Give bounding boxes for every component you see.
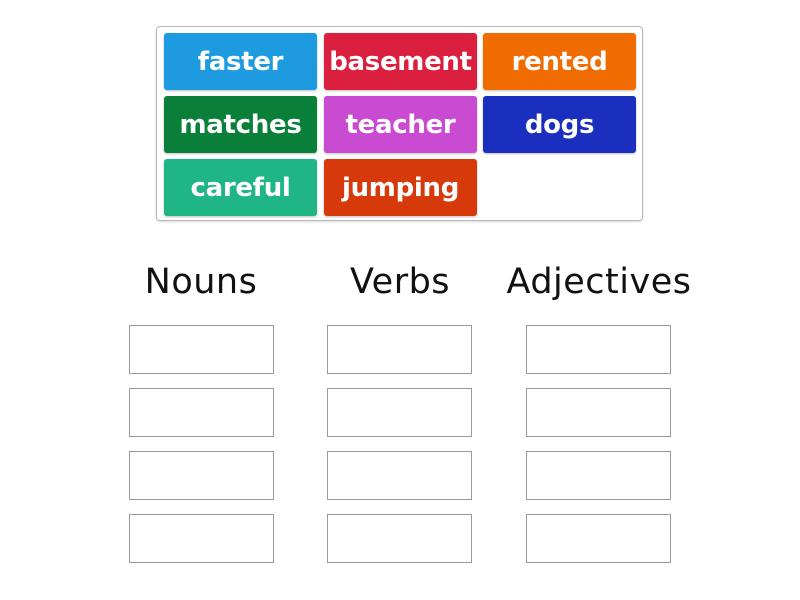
drop-slot-adjectives-1[interactable] (526, 325, 671, 374)
drop-slot-nouns-4[interactable] (129, 514, 274, 563)
word-tile-matches[interactable]: matches (164, 96, 317, 153)
drop-slot-adjectives-2[interactable] (526, 388, 671, 437)
drop-slot-verbs-1[interactable] (327, 325, 472, 374)
word-tile-dogs[interactable]: dogs (483, 96, 636, 153)
word-tile-rented[interactable]: rented (483, 33, 636, 90)
drop-slot-adjectives-4[interactable] (526, 514, 671, 563)
category-heading-nouns: Nouns (144, 262, 258, 302)
drop-slot-nouns-2[interactable] (129, 388, 274, 437)
drop-slot-adjectives-3[interactable] (526, 451, 671, 500)
category-heading-verbs: Verbs (349, 262, 451, 302)
word-bank: faster basement rented matches teacher d… (156, 26, 643, 221)
word-tile-faster[interactable]: faster (164, 33, 317, 90)
drop-slot-verbs-3[interactable] (327, 451, 472, 500)
word-tile-basement[interactable]: basement (324, 33, 477, 90)
drop-slot-nouns-1[interactable] (129, 325, 274, 374)
word-tile-careful[interactable]: careful (164, 159, 317, 216)
word-tile-teacher[interactable]: teacher (324, 96, 477, 153)
drop-slot-verbs-4[interactable] (327, 514, 472, 563)
category-heading-adjectives: Adjectives (506, 262, 692, 302)
drop-slot-verbs-2[interactable] (327, 388, 472, 437)
word-tile-jumping[interactable]: jumping (324, 159, 477, 216)
drop-slot-nouns-3[interactable] (129, 451, 274, 500)
